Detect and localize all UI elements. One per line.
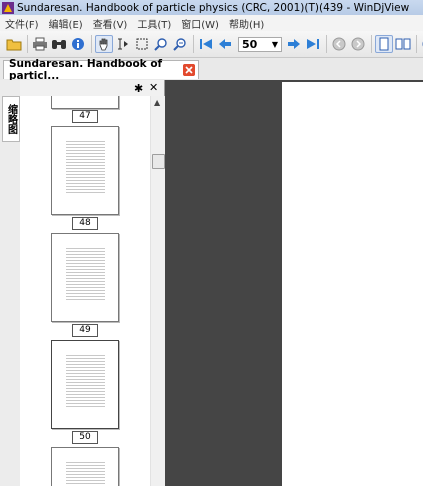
last-page-icon[interactable] bbox=[304, 35, 322, 53]
single-page-icon[interactable] bbox=[375, 35, 393, 53]
hand-tool-icon[interactable] bbox=[95, 35, 113, 53]
toolbar-separator bbox=[27, 35, 28, 53]
document-tab-label: Sundaresan. Handbook of particl... bbox=[9, 58, 163, 82]
menu-help[interactable]: 帮助(H) bbox=[224, 16, 269, 31]
print-icon[interactable] bbox=[31, 35, 49, 53]
text-select-icon[interactable] bbox=[114, 35, 132, 53]
two-page-icon[interactable] bbox=[394, 35, 412, 53]
menu-bar: 文件(F) 编辑(E) 查看(V) 工具(T) 窗口(W) 帮助(H) bbox=[0, 15, 423, 31]
chevron-down-icon[interactable]: ▼ bbox=[272, 40, 278, 49]
document-page[interactable] bbox=[282, 82, 423, 486]
document-tab-bar: Sundaresan. Handbook of particl... bbox=[0, 58, 423, 82]
document-view[interactable] bbox=[165, 80, 423, 486]
close-icon[interactable]: ✕ bbox=[149, 81, 158, 94]
scrollbar-thumb[interactable] bbox=[152, 154, 165, 169]
page-thumbnail-label: 48 bbox=[72, 217, 98, 230]
menu-edit[interactable]: 编辑(E) bbox=[44, 16, 88, 31]
window-title: Sundaresan. Handbook of particle physics… bbox=[17, 1, 410, 14]
menu-window[interactable]: 窗口(W) bbox=[176, 16, 224, 31]
open-icon[interactable] bbox=[5, 35, 23, 53]
toolbar-separator bbox=[371, 35, 372, 53]
thumbnails-side-tab[interactable]: 缩略图 bbox=[2, 96, 20, 142]
page-thumbnail-label: 49 bbox=[72, 324, 98, 337]
thumbnail-list[interactable]: 47 48 49 50 bbox=[20, 96, 150, 486]
thumbnail-panel: ✱ ✕ 47 48 49 50 ▲ bbox=[20, 80, 165, 486]
menu-file[interactable]: 文件(F) bbox=[0, 16, 44, 31]
rect-select-icon[interactable] bbox=[133, 35, 151, 53]
page-number-field[interactable]: 50 ▼ bbox=[238, 36, 282, 52]
toolbar-separator bbox=[326, 35, 327, 53]
page-thumbnail-label: 50 bbox=[72, 431, 98, 444]
document-tab[interactable]: Sundaresan. Handbook of particl... bbox=[3, 58, 199, 82]
zoom-in-icon[interactable] bbox=[152, 35, 170, 53]
title-bar: Sundaresan. Handbook of particle physics… bbox=[0, 0, 423, 16]
next-page-icon[interactable] bbox=[285, 35, 303, 53]
zoom-out-icon[interactable] bbox=[171, 35, 189, 53]
page-thumbnail[interactable] bbox=[51, 233, 119, 322]
page-number-value: 50 bbox=[242, 37, 258, 51]
info-icon[interactable] bbox=[69, 35, 87, 53]
first-page-icon[interactable] bbox=[197, 35, 215, 53]
toolbar-separator bbox=[91, 35, 92, 53]
app-icon bbox=[2, 1, 14, 14]
back-icon[interactable] bbox=[330, 35, 348, 53]
scroll-up-icon[interactable]: ▲ bbox=[154, 98, 160, 107]
page-thumbnail[interactable] bbox=[51, 126, 119, 215]
toolbar-separator bbox=[193, 35, 194, 53]
panel-header: ✱ ✕ bbox=[20, 80, 164, 96]
menu-view[interactable]: 查看(V) bbox=[88, 16, 133, 31]
menu-tools[interactable]: 工具(T) bbox=[132, 16, 176, 31]
page-thumbnail[interactable] bbox=[51, 340, 119, 429]
prev-page-icon[interactable] bbox=[216, 35, 234, 53]
side-tab-strip: 缩略图 bbox=[0, 80, 21, 486]
toolbar: 50 ▼ 1 bbox=[0, 31, 423, 58]
page-thumbnail-label: 47 bbox=[72, 110, 98, 123]
page-thumbnail[interactable] bbox=[51, 447, 119, 486]
gear-icon[interactable]: ✱ bbox=[134, 82, 143, 95]
page-thumbnail[interactable] bbox=[51, 96, 119, 109]
thumbnail-scrollbar[interactable]: ▲ bbox=[150, 96, 165, 486]
find-icon[interactable] bbox=[50, 35, 68, 53]
forward-icon[interactable] bbox=[349, 35, 367, 53]
toolbar-separator bbox=[416, 35, 417, 53]
close-icon[interactable] bbox=[183, 64, 195, 76]
